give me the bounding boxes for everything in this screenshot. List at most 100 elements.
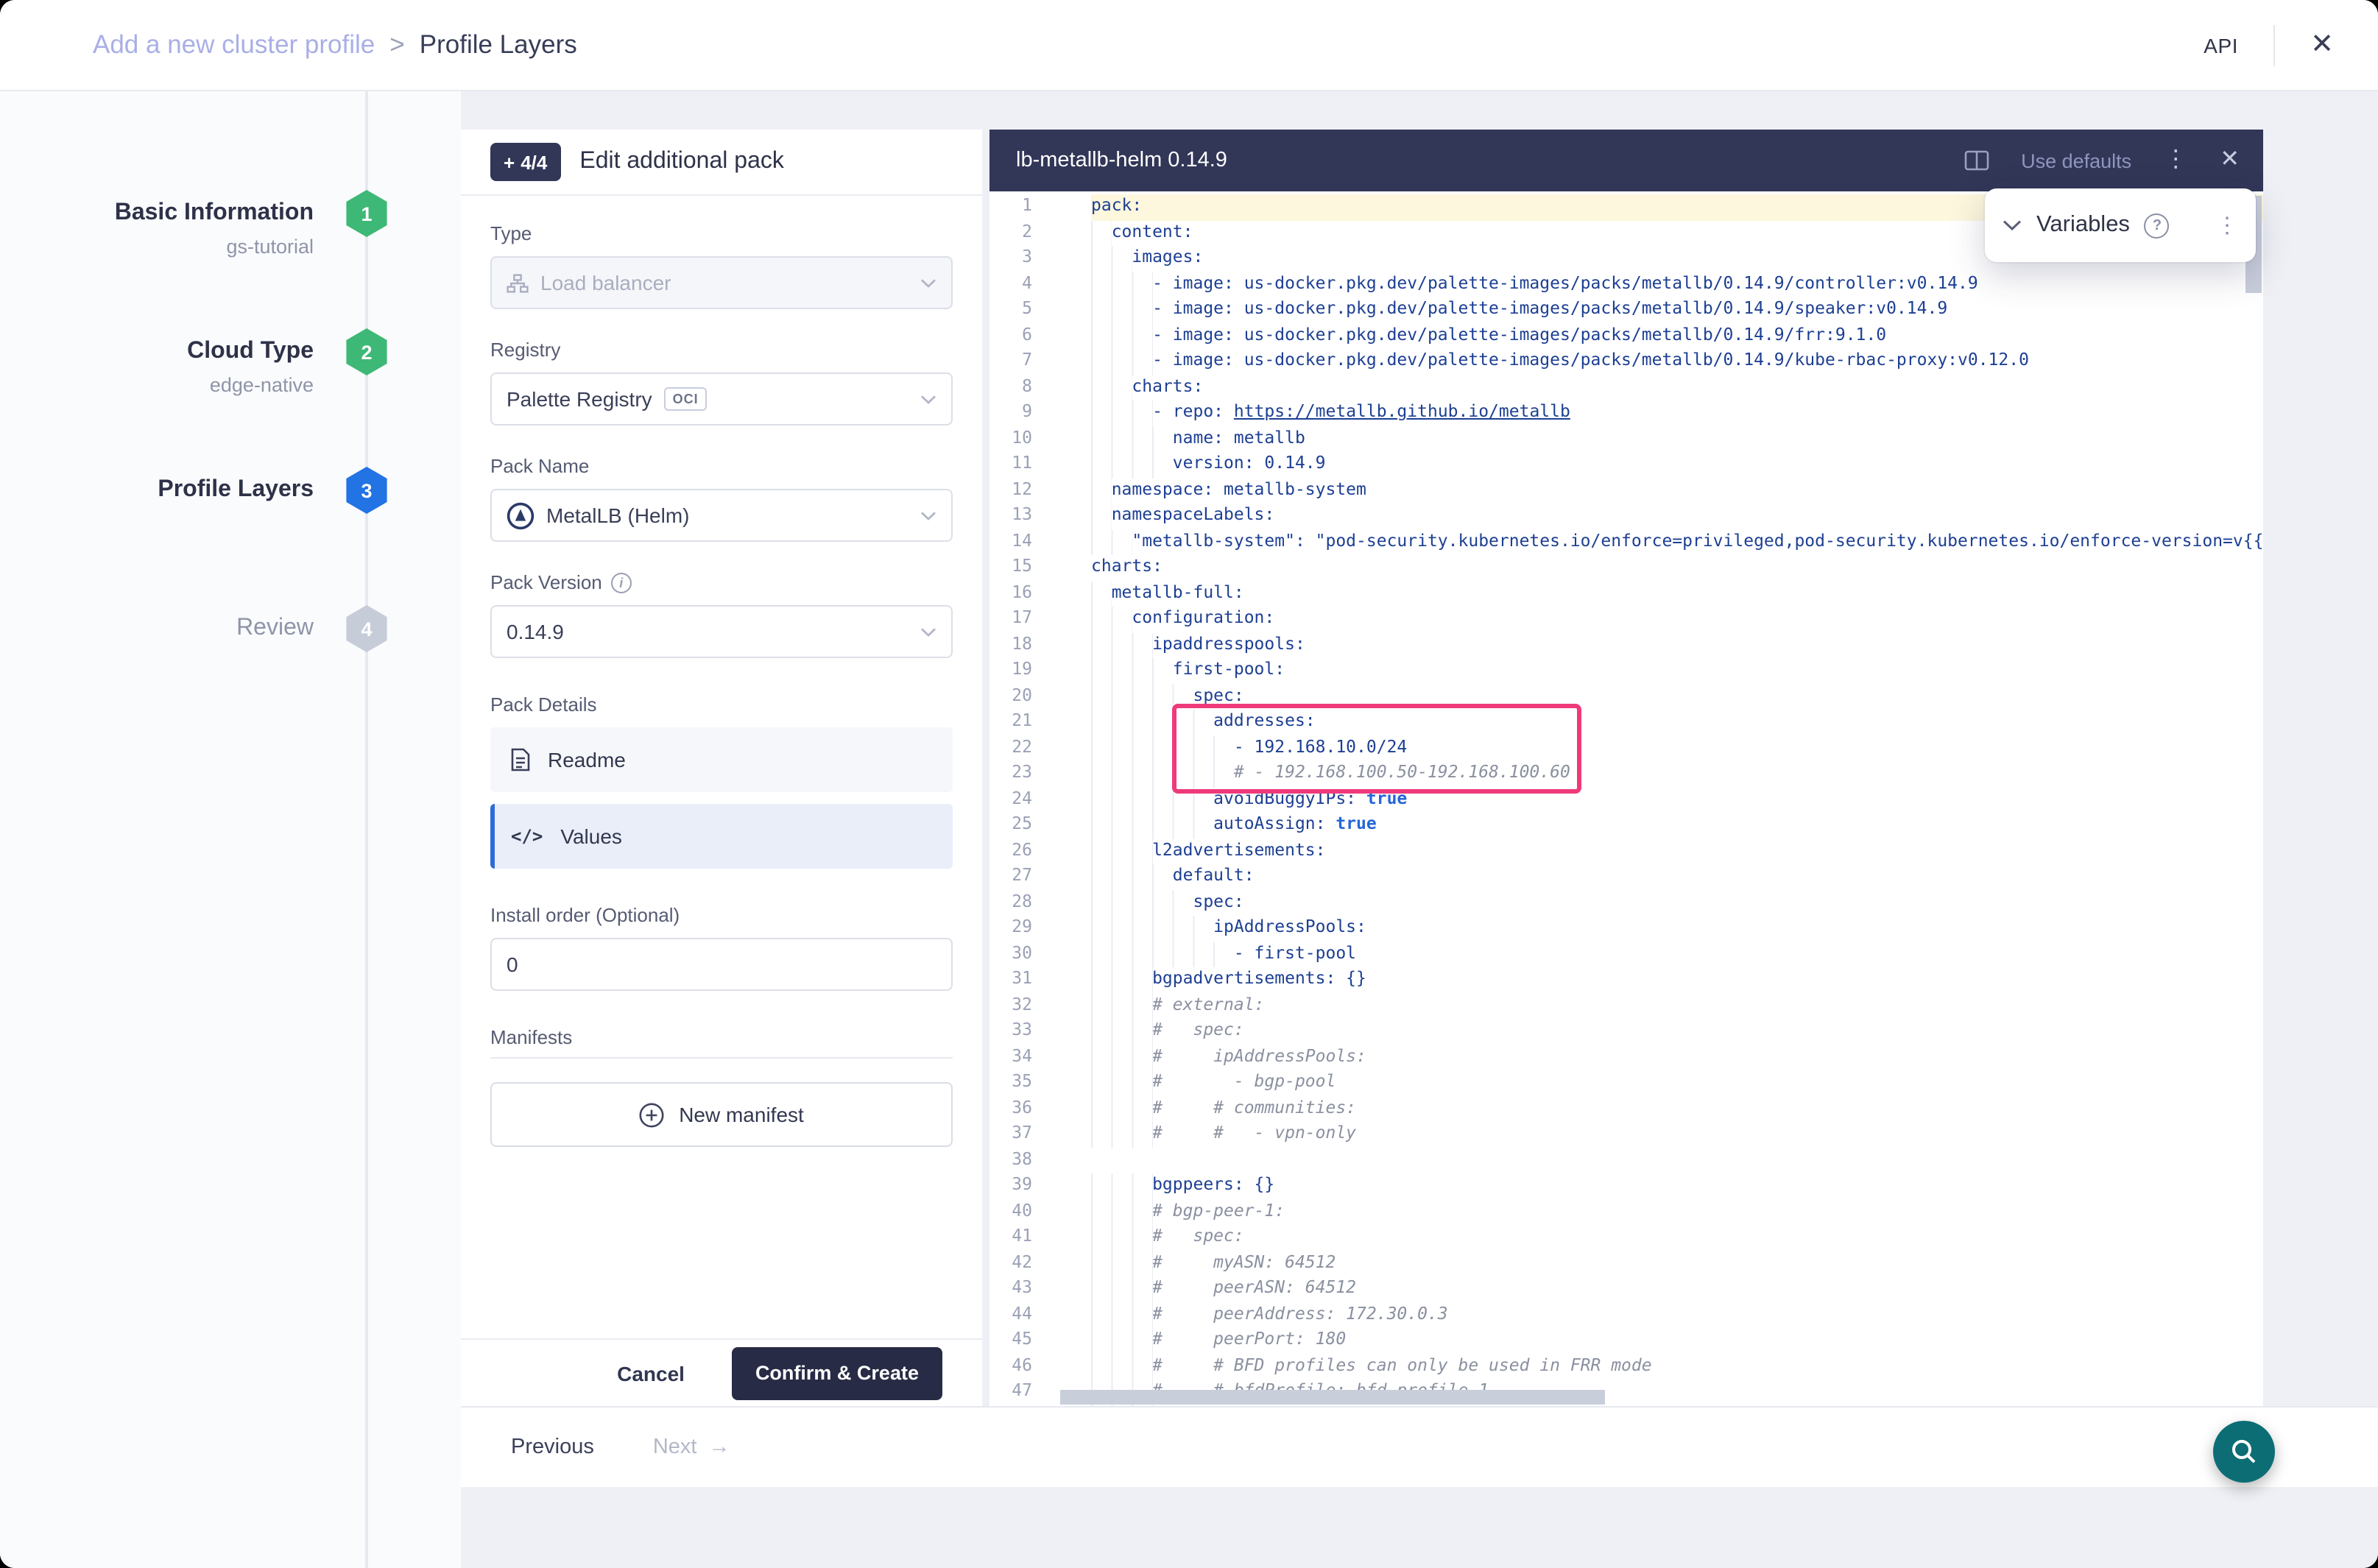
wizard-nav-bar: Previous Next → [461,1406,2378,1487]
code-line[interactable]: name: metallb [1091,426,2263,452]
cancel-button[interactable]: Cancel [608,1360,694,1386]
code-line[interactable]: "metallb-system": "pod-security.kubernet… [1091,529,2263,555]
code-line[interactable]: # # - vpn-only [1091,1122,2263,1148]
editor-close-icon[interactable]: ✕ [2220,149,2240,172]
line-number: 14 [989,529,1091,555]
pack-version-select[interactable]: 0.14.9 [490,605,953,658]
code-line[interactable]: # peerASN: 64512 [1091,1276,2263,1302]
code-line[interactable]: # - 192.168.100.50-192.168.100.60 [1091,761,2263,787]
previous-button[interactable]: Previous [502,1434,603,1461]
api-link[interactable]: API [2204,33,2238,57]
code-line[interactable]: # # BFD profiles can only be used in FRR… [1091,1354,2263,1380]
code-line[interactable]: # peerPort: 180 [1091,1328,2263,1354]
code-line[interactable]: bgpadvertisements: {} [1091,967,2263,993]
code-line[interactable]: - repo: https://metallb.github.io/metall… [1091,400,2263,426]
type-select[interactable]: Load balancer [490,256,953,309]
line-number: 9 [989,400,1091,426]
code-line[interactable]: # myASN: 64512 [1091,1251,2263,1276]
line-number: 39 [989,1173,1091,1199]
code-line[interactable]: - first-pool [1091,942,2263,967]
edit-pack-panel: + 4/4 Edit additional pack Type Load bal… [461,130,982,1406]
code-line[interactable]: ipAddressPools: [1091,916,2263,942]
code-line[interactable]: - image: us-docker.pkg.dev/palette-image… [1091,349,2263,375]
code-line[interactable]: - 192.168.10.0/24 [1091,735,2263,761]
install-order-input[interactable] [490,938,953,991]
code-line[interactable]: ipaddresspools: [1091,632,2263,658]
code-line[interactable]: # peerAddress: 172.30.0.3 [1091,1302,2263,1328]
topbar-divider [2273,24,2275,66]
line-number: 43 [989,1276,1091,1302]
code-line[interactable]: spec: [1091,684,2263,710]
line-number: 44 [989,1302,1091,1328]
code-line[interactable]: first-pool: [1091,658,2263,684]
info-icon[interactable]: i [611,572,632,593]
code-line[interactable]: # spec: [1091,1019,2263,1045]
split-view-icon[interactable] [1964,150,1989,171]
kebab-menu-icon[interactable]: ⋮ [2216,214,2238,236]
code-line[interactable]: charts: [1091,555,2263,581]
code-line[interactable]: spec: [1091,890,2263,916]
type-label: Type [490,222,953,244]
registry-select[interactable]: Palette Registry OCI [490,372,953,425]
line-number: 18 [989,632,1091,658]
code-line[interactable]: # - bgp-pool [1091,1070,2263,1096]
readme-tab[interactable]: Readme [490,727,953,792]
editor-header: lb-metallb-helm 0.14.9 Use defaults ⋮ ✕ [989,130,2263,191]
step-badge-3: 3 [345,467,389,514]
new-manifest-button[interactable]: New manifest [490,1082,953,1147]
line-number: 26 [989,838,1091,864]
line-number: 3 [989,246,1091,272]
code-line[interactable]: addresses: [1091,710,2263,735]
plus-circle-icon [639,1102,664,1127]
help-question-icon[interactable]: ? [2145,213,2170,238]
code-line[interactable]: namespace: metallb-system [1091,478,2263,504]
code-line[interactable]: bgppeers: {} [1091,1173,2263,1199]
app-window: Add a new cluster profile > Profile Laye… [0,0,2378,1568]
line-number: 10 [989,426,1091,452]
horizontal-scrollbar[interactable] [1060,1390,1605,1405]
code-line[interactable]: # ipAddressPools: [1091,1045,2263,1070]
confirm-create-button[interactable]: Confirm & Create [732,1346,942,1399]
code-line[interactable]: l2advertisements: [1091,838,2263,864]
code-line[interactable]: # # communities: [1091,1096,2263,1122]
line-number: 5 [989,297,1091,323]
line-number: 12 [989,478,1091,504]
oci-badge: OCI [664,387,708,411]
line-number: 15 [989,555,1091,581]
registry-label: Registry [490,339,953,361]
values-tab[interactable]: </> Values [490,804,953,869]
code-line[interactable]: - image: us-docker.pkg.dev/palette-image… [1091,323,2263,349]
line-number: 8 [989,375,1091,400]
code-line[interactable]: namespaceLabels: [1091,504,2263,529]
code-line[interactable]: # bgp-peer-1: [1091,1199,2263,1225]
code-line[interactable]: metallb-full: [1091,581,2263,607]
metallb-icon [507,501,534,529]
line-number: 11 [989,452,1091,478]
code-line[interactable]: autoAssign: true [1091,813,2263,838]
code-line[interactable]: charts: [1091,375,2263,400]
code-line[interactable]: # spec: [1091,1225,2263,1251]
line-number: 28 [989,890,1091,916]
code-line[interactable]: # external: [1091,993,2263,1019]
code-line[interactable]: avoidBuggyIPs: true [1091,787,2263,813]
editor-body: 1234567891011121314151617181920212223242… [989,191,2263,1406]
close-icon[interactable]: ✕ [2310,31,2334,59]
code-line[interactable]: - image: us-docker.pkg.dev/palette-image… [1091,272,2263,297]
code-line[interactable]: configuration: [1091,607,2263,632]
pack-version-value: 0.14.9 [507,620,564,643]
next-button[interactable]: Next → [644,1434,739,1461]
breadcrumb-parent-link[interactable]: Add a new cluster profile [93,29,375,60]
pack-name-select[interactable]: MetalLB (Helm) [490,489,953,542]
chevron-down-icon[interactable] [2003,219,2022,231]
code-line[interactable]: default: [1091,864,2263,890]
code-line[interactable]: version: 0.14.9 [1091,452,2263,478]
step-title: Review [236,614,314,643]
variables-panel: Variables ? ⋮ [1985,188,2256,262]
line-number: 33 [989,1019,1091,1045]
code-line[interactable] [1091,1148,2263,1173]
help-search-button[interactable] [2213,1421,2275,1483]
code-line[interactable]: - image: us-docker.pkg.dev/palette-image… [1091,297,2263,323]
use-defaults-button[interactable]: Use defaults [2021,149,2131,172]
variables-label: Variables [2036,212,2130,239]
kebab-menu-icon[interactable]: ⋮ [2164,149,2187,172]
